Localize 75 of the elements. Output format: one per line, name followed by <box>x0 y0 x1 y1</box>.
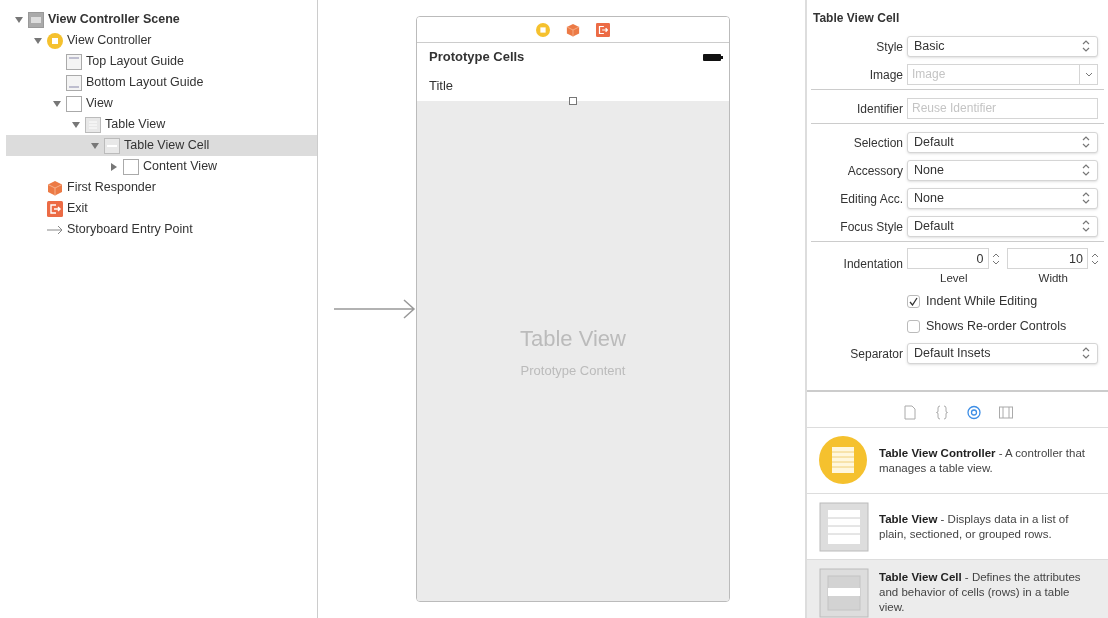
chevron-up-down-icon <box>1081 136 1091 148</box>
square-icon <box>123 158 139 175</box>
outline-item[interactable]: Table View Cell <box>6 135 317 156</box>
cell-title: Title <box>429 77 454 96</box>
checkbox-label: Shows Re-order Controls <box>926 318 1067 336</box>
outline-item[interactable]: View <box>6 93 317 114</box>
checkbox[interactable] <box>907 295 920 309</box>
input-field[interactable]: Reuse Identifier <box>907 97 1098 119</box>
outline-item[interactable]: Table View <box>6 114 317 135</box>
section-header: Prototype Cells <box>429 48 525 67</box>
cell-icon <box>104 137 120 154</box>
field-label: Editing Acc. <box>840 192 903 206</box>
item-description: Table View Cell - Defines the attributes and behavior of cells (rows) in a table view. <box>879 570 1082 616</box>
layout-guide-icon <box>66 53 82 70</box>
field-label: Indentation <box>843 257 903 271</box>
field-caption: Level <box>940 271 968 286</box>
outline-item[interactable]: Top Layout Guide <box>6 51 317 72</box>
table-view-icon <box>819 501 869 552</box>
outline-item[interactable]: Bottom Layout Guide <box>6 72 317 93</box>
number-field[interactable]: 0 <box>907 248 989 269</box>
braces-icon[interactable] <box>934 405 949 421</box>
outline-item[interactable]: View Controller <box>6 30 317 51</box>
popup-button[interactable]: Default <box>907 215 1098 237</box>
square-icon <box>66 95 82 112</box>
file-icon[interactable] <box>902 405 917 421</box>
number-field[interactable]: 10 <box>1006 248 1088 269</box>
checkmark-icon <box>909 297 918 307</box>
checkbox[interactable] <box>907 320 920 334</box>
popup-button[interactable]: Default Insets <box>907 342 1098 364</box>
chevron-up-down-icon <box>1081 347 1091 360</box>
field-label: Separator <box>850 347 903 362</box>
field-label: Image <box>869 68 903 82</box>
field-label: Style <box>876 40 903 54</box>
popup-button[interactable]: Default <box>907 131 1098 153</box>
table-controller-icon <box>819 435 869 486</box>
outline-item[interactable]: View Controller Scene <box>6 9 317 30</box>
chevron-down-icon <box>1084 71 1093 77</box>
outline-item[interactable]: Storyboard Entry Point <box>6 219 317 240</box>
stepper-icon[interactable] <box>1090 251 1100 266</box>
library-item[interactable]: Table View Cell - Defines the attributes and behavior of cells (rows) in a table view. <box>807 560 1108 618</box>
chevron-up-down-icon <box>1081 40 1091 52</box>
exit-icon <box>47 200 63 217</box>
outline-item[interactable]: Exit <box>6 198 317 219</box>
combo-box[interactable]: Image <box>907 63 1080 85</box>
popup-button[interactable]: Basic <box>907 35 1098 57</box>
field-label: Selection <box>853 136 903 150</box>
table-cell-icon <box>819 567 869 618</box>
field-label: Accessory <box>847 164 903 178</box>
item-description: Table View Controller - A controller that manages a table view. <box>879 445 1087 476</box>
table-icon <box>85 116 101 133</box>
field-label: Focus Style <box>840 220 903 234</box>
checkbox-label: Indent While Editing <box>926 293 1038 311</box>
film-icon[interactable] <box>998 405 1013 421</box>
stepper-icon[interactable] <box>990 251 1001 266</box>
chevron-up-down-icon <box>1081 220 1091 232</box>
exit-icon <box>596 22 610 37</box>
window-icon <box>28 11 44 28</box>
field-label: Identifier <box>856 102 903 116</box>
layout-guide-icon <box>66 74 82 91</box>
field-caption: Width <box>1038 271 1068 286</box>
circle-icon[interactable] <box>966 405 981 421</box>
battery-icon <box>703 53 723 61</box>
outline-item[interactable]: Content View <box>6 156 317 177</box>
cube-icon <box>47 179 63 196</box>
popup-button[interactable]: None <box>907 187 1098 209</box>
circle-icon <box>47 32 63 49</box>
outline-item[interactable]: First Responder <box>6 177 317 198</box>
circle-icon <box>536 22 550 37</box>
cube-icon <box>566 22 580 37</box>
chevron-up-down-icon <box>1081 192 1091 204</box>
inspector-title: Table View Cell <box>812 10 901 27</box>
chevron-up-down-icon <box>1081 164 1091 176</box>
resize-handle[interactable] <box>569 97 577 105</box>
item-description: Table View - Displays data in a list of plain, sectioned, or grouped rows. <box>879 511 1070 542</box>
popup-button[interactable]: None <box>907 159 1098 181</box>
